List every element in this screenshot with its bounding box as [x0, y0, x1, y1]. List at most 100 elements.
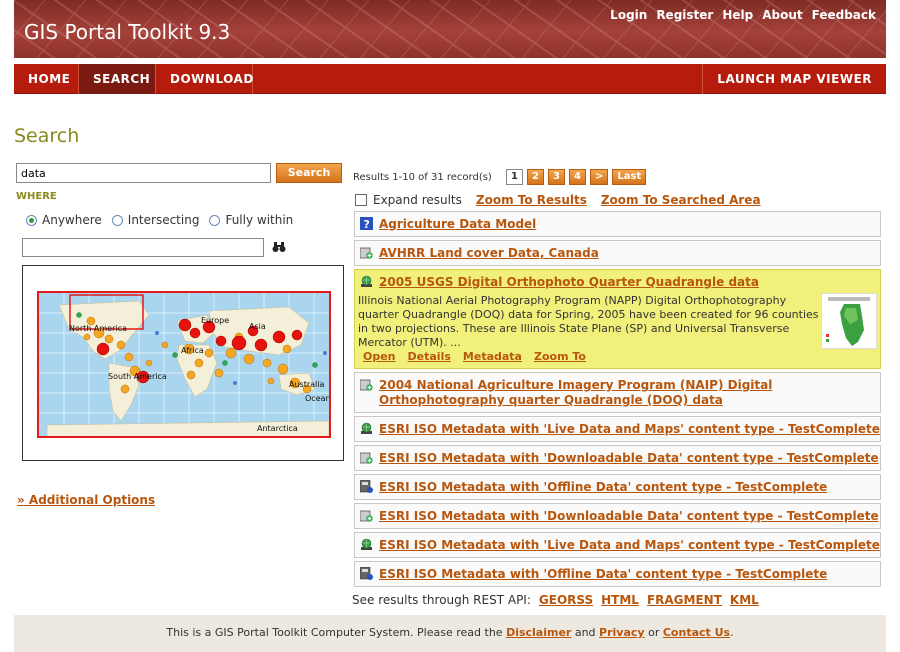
- results-toolbar: Expand results Zoom To Results Zoom To S…: [355, 193, 761, 207]
- pager: 1 2 3 4 > Last: [506, 169, 647, 185]
- next-page-button[interactable]: >: [590, 169, 609, 185]
- offline-icon: [360, 567, 373, 580]
- footer-text: This is a GIS Portal Toolkit Computer Sy…: [166, 626, 503, 639]
- rest-api-label: See results through REST API:: [352, 593, 531, 607]
- offline-icon: [360, 480, 373, 493]
- radio-intersecting-label: Intersecting: [127, 213, 200, 227]
- additional-options-link[interactable]: » Additional Options: [17, 493, 155, 507]
- metadata-link[interactable]: Metadata: [463, 350, 522, 363]
- radio-anywhere-dot[interactable]: [26, 214, 37, 226]
- contact-us-link[interactable]: Contact Us: [663, 626, 730, 639]
- question-icon: ?: [360, 217, 373, 230]
- radio-intersecting-dot[interactable]: [111, 214, 123, 226]
- map-label-south-america: South America: [108, 372, 167, 381]
- map-label-north-america: North America: [69, 324, 127, 333]
- radio-anywhere[interactable]: Anywhere: [26, 213, 102, 227]
- result-item: ESRI ISO Metadata with 'Downloadable Dat…: [354, 503, 881, 529]
- result-title[interactable]: ESRI ISO Metadata with 'Downloadable Dat…: [379, 451, 879, 466]
- search-map[interactable]: North America Europe Asia Africa South A…: [22, 265, 344, 461]
- add-layer-icon: [360, 510, 373, 522]
- login-link[interactable]: Login: [610, 8, 647, 22]
- illinois-map-thumbnail: [822, 294, 876, 348]
- disclaimer-link[interactable]: Disclaimer: [506, 626, 571, 639]
- footer-and: and: [574, 626, 596, 639]
- radio-anywhere-label: Anywhere: [42, 213, 102, 227]
- register-link[interactable]: Register: [656, 8, 713, 22]
- result-title[interactable]: ESRI ISO Metadata with 'Live Data and Ma…: [379, 538, 880, 553]
- page-1-button[interactable]: 1: [506, 169, 523, 185]
- radio-fully-within-label: Fully within: [225, 213, 294, 227]
- add-layer-icon: [360, 452, 373, 464]
- map-label-asia: Asia: [249, 322, 266, 331]
- tab-search[interactable]: SEARCH: [79, 64, 156, 94]
- where-label: WHERE: [16, 191, 57, 202]
- search-button[interactable]: Search: [276, 163, 342, 183]
- expand-results-label: Expand results: [373, 193, 462, 207]
- about-link[interactable]: About: [762, 8, 802, 22]
- result-item-expanded: 2005 USGS Digital Orthophoto Quarter Qua…: [354, 269, 881, 369]
- result-item: ESRI ISO Metadata with 'Offline Data' co…: [354, 474, 881, 500]
- tab-home[interactable]: HOME: [14, 64, 79, 94]
- result-item: ESRI ISO Metadata with 'Live Data and Ma…: [354, 532, 881, 558]
- binoculars-icon[interactable]: [272, 241, 286, 256]
- map-label-oceania: Oceania: [305, 394, 331, 403]
- result-description: Illinois National Aerial Photography Pro…: [358, 294, 819, 349]
- result-title[interactable]: ESRI ISO Metadata with 'Live Data and Ma…: [379, 422, 880, 437]
- result-item: 2004 National Agriculture Imagery Progra…: [354, 372, 881, 413]
- page-4-button[interactable]: 4: [569, 169, 586, 185]
- footer-or: or: [648, 626, 660, 639]
- world-map[interactable]: North America Europe Asia Africa South A…: [37, 291, 331, 438]
- zoom-to-link[interactable]: Zoom To: [534, 350, 586, 363]
- add-layer-icon: [360, 247, 373, 259]
- details-link[interactable]: Details: [408, 350, 451, 363]
- georss-link[interactable]: GEORSS: [539, 593, 593, 607]
- result-item: AVHRR Land cover Data, Canada: [354, 240, 881, 266]
- search-input[interactable]: [16, 163, 271, 183]
- top-links: Login Register Help About Feedback: [610, 8, 876, 22]
- main-nav: HOME SEARCH DOWNLOAD LAUNCH MAP VIEWER: [14, 64, 886, 94]
- help-link[interactable]: Help: [722, 8, 753, 22]
- html-link[interactable]: HTML: [601, 593, 639, 607]
- svg-text:?: ?: [364, 218, 370, 230]
- radio-intersecting[interactable]: Intersecting: [111, 213, 200, 227]
- result-title[interactable]: AVHRR Land cover Data, Canada: [379, 246, 599, 261]
- zoom-to-searched-area-link[interactable]: Zoom To Searched Area: [601, 193, 761, 207]
- page-3-button[interactable]: 3: [548, 169, 565, 185]
- result-title[interactable]: ESRI ISO Metadata with 'Offline Data' co…: [379, 567, 827, 582]
- rest-api-links: See results through REST API: GEORSS HTM…: [352, 593, 759, 607]
- result-title[interactable]: ESRI ISO Metadata with 'Offline Data' co…: [379, 480, 827, 495]
- result-title[interactable]: ESRI ISO Metadata with 'Downloadable Dat…: [379, 509, 879, 524]
- open-link[interactable]: Open: [363, 350, 396, 363]
- live-map-icon: [361, 422, 372, 434]
- expand-results-checkbox[interactable]: [355, 194, 367, 206]
- where-options: Anywhere Intersecting Fully within: [26, 213, 299, 227]
- map-label-antarctica: Antarctica: [257, 424, 298, 433]
- last-page-button[interactable]: Last: [612, 169, 647, 185]
- kml-link[interactable]: KML: [730, 593, 759, 607]
- tab-download[interactable]: DOWNLOAD: [156, 64, 253, 94]
- result-item: ESRI ISO Metadata with 'Live Data and Ma…: [354, 416, 881, 442]
- map-label-europe: Europe: [201, 316, 229, 325]
- page-2-button[interactable]: 2: [527, 169, 544, 185]
- result-title[interactable]: 2005 USGS Digital Orthophoto Quarter Qua…: [379, 275, 759, 290]
- result-item: ? Agriculture Data Model: [354, 211, 881, 237]
- result-title[interactable]: Agriculture Data Model: [379, 217, 536, 232]
- launch-map-viewer-button[interactable]: LAUNCH MAP VIEWER: [702, 64, 886, 94]
- world-map-graphic: North America Europe Asia Africa South A…: [39, 293, 331, 436]
- results-summary: Results 1-10 of 31 record(s): [353, 172, 492, 183]
- place-search-input[interactable]: [22, 238, 264, 257]
- feedback-link[interactable]: Feedback: [812, 8, 876, 22]
- live-map-icon: [361, 275, 372, 287]
- radio-fully-within-dot[interactable]: [209, 214, 221, 226]
- privacy-link[interactable]: Privacy: [599, 626, 645, 639]
- radio-fully-within[interactable]: Fully within: [209, 213, 293, 227]
- result-title[interactable]: 2004 National Agriculture Imagery Progra…: [379, 378, 859, 408]
- add-layer-icon: [360, 379, 373, 391]
- live-map-icon: [361, 538, 372, 550]
- header-banner: GIS Portal Toolkit 9.3 Login Register He…: [14, 0, 886, 58]
- result-thumbnail[interactable]: [821, 293, 877, 349]
- app-title: GIS Portal Toolkit 9.3: [24, 20, 231, 44]
- map-label-australia: Australia: [289, 380, 324, 389]
- zoom-to-results-link[interactable]: Zoom To Results: [476, 193, 587, 207]
- fragment-link[interactable]: FRAGMENT: [647, 593, 722, 607]
